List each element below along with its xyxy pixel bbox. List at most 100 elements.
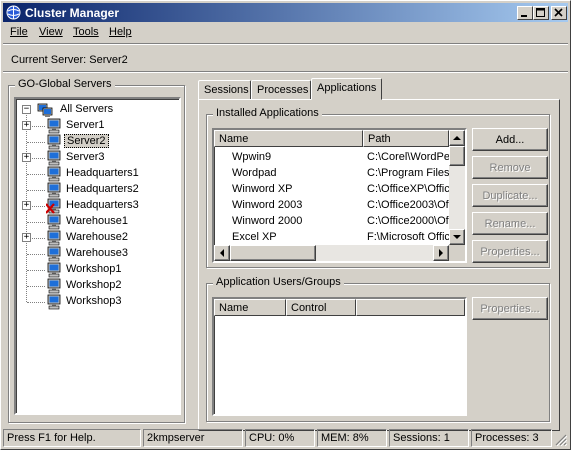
app-row-name[interactable]: Winword XP <box>232 183 360 195</box>
server-icon <box>47 278 61 294</box>
remove-application-button[interactable]: Remove <box>472 156 548 179</box>
arrow-down-icon <box>453 235 461 239</box>
rename-button-label: Rename... <box>484 217 536 230</box>
tree-node-server3[interactable]: + Server3 <box>20 150 170 166</box>
tree-branch-line <box>27 254 45 255</box>
scroll-thumb[interactable] <box>449 146 465 166</box>
apps-horizontal-scrollbar[interactable] <box>214 245 449 261</box>
tree-node-label: Headquarters2 <box>66 183 139 195</box>
menu-tools-label: Tools <box>73 26 99 38</box>
server-icon <box>47 230 61 246</box>
tree-node-warehouse3[interactable]: Warehouse3 <box>20 246 170 262</box>
close-button[interactable] <box>551 6 567 20</box>
app-row-name[interactable]: Excel XP <box>232 231 360 243</box>
close-icon <box>554 8 563 17</box>
status-sessions-text: Sessions: 1 <box>393 432 450 444</box>
tree-node-server1[interactable]: + Server1 <box>20 118 170 134</box>
duplicate-button-label: Duplicate... <box>482 189 538 202</box>
tree-node-headquarters3[interactable]: + Headquarters3 <box>20 198 170 214</box>
scroll-right-button[interactable] <box>433 245 449 261</box>
maximize-button[interactable] <box>533 6 549 20</box>
tree-node-label: Server2 <box>64 134 109 148</box>
arrow-right-icon <box>439 249 443 257</box>
tab-applications-label: Applications <box>317 82 377 94</box>
menu-file[interactable]: File <box>10 26 28 38</box>
tree-node-label: Workshop3 <box>66 295 122 307</box>
server-icon <box>47 214 61 230</box>
tree-node-label: Headquarters1 <box>66 167 139 179</box>
user-properties-button-label: Properties... <box>480 302 540 315</box>
tree-node-workshop1[interactable]: Workshop1 <box>20 262 170 278</box>
app-row-name[interactable]: Winword 2003 <box>232 199 360 211</box>
apps-vertical-scrollbar[interactable] <box>449 130 465 245</box>
app-users-list[interactable]: Name Control <box>212 297 467 416</box>
menu-help[interactable]: Help <box>109 26 132 38</box>
tree-node-warehouse1[interactable]: Warehouse1 <box>20 214 170 230</box>
installed-apps-list[interactable]: Name Path Wpwin9 C:\Corel\WordPe Wordpad C:… <box>212 128 467 263</box>
column-header-name[interactable]: Name <box>214 130 363 147</box>
server-tree[interactable]: − All Servers + Server1 Server2 + Server3 Hea… <box>14 97 181 415</box>
server-icon <box>47 262 61 278</box>
tree-node-warehouse2[interactable]: + Warehouse2 <box>20 230 170 246</box>
server-icon <box>47 134 61 150</box>
column-header-path[interactable]: Path <box>363 130 449 147</box>
scroll-up-button[interactable] <box>449 130 465 146</box>
tab-sessions[interactable]: Sessions <box>198 80 251 100</box>
tree-branch-line <box>27 302 45 303</box>
current-server-value: Server2 <box>89 54 128 66</box>
menu-view[interactable]: View <box>39 26 63 38</box>
tree-node-headquarters1[interactable]: Headquarters1 <box>20 166 170 182</box>
application-properties-button[interactable]: Properties... <box>472 240 548 263</box>
expand-icon[interactable]: + <box>22 233 31 242</box>
tree-node-server2[interactable]: Server2 <box>20 134 170 150</box>
scroll-h-thumb[interactable] <box>230 245 316 261</box>
current-server: Current Server: Server2 <box>11 54 128 66</box>
app-row-path: C:\Corel\WordPe <box>367 151 449 163</box>
scroll-left-button[interactable] <box>214 245 230 261</box>
add-application-button[interactable]: Add... <box>472 128 548 151</box>
expand-icon[interactable]: + <box>22 121 31 130</box>
tree-node-workshop2[interactable]: Workshop2 <box>20 278 170 294</box>
app-users-label: Application Users/Groups <box>213 276 344 288</box>
expand-icon[interactable]: + <box>22 153 31 162</box>
servers-group-label: GO-Global Servers <box>15 78 115 90</box>
users-column-header-control[interactable]: Control <box>286 299 356 316</box>
tree-node-label: Workshop1 <box>66 263 122 275</box>
user-properties-button[interactable]: Properties... <box>472 297 548 320</box>
resize-grip-icon[interactable] <box>554 433 567 446</box>
server-icon <box>47 246 61 262</box>
column-path-label: Path <box>368 133 391 145</box>
tree-branch-line <box>27 142 45 143</box>
status-server: 2kmpserver <box>143 429 243 447</box>
expand-icon[interactable]: + <box>22 201 31 210</box>
tab-processes[interactable]: Processes <box>251 80 311 100</box>
app-row-name[interactable]: Wordpad <box>232 167 360 179</box>
app-row-name[interactable]: Winword 2000 <box>232 215 360 227</box>
server-icon <box>47 118 61 134</box>
app-row-path: C:\OfficeXP\Offic <box>367 183 449 195</box>
column-name-label: Name <box>219 133 249 145</box>
scroll-down-button[interactable] <box>449 229 465 245</box>
installed-apps-label: Installed Applications <box>213 107 322 119</box>
tree-node-workshop3[interactable]: Workshop3 <box>20 294 170 310</box>
add-button-label: Add... <box>495 133 525 146</box>
tree-node-headquarters2[interactable]: Headquarters2 <box>20 182 170 198</box>
servers-group-icon <box>37 103 53 117</box>
users-column-name-label: Name <box>219 302 249 314</box>
tab-sessions-label: Sessions <box>204 84 249 96</box>
menu-file-label: File <box>10 26 28 38</box>
app-row-name[interactable]: Wpwin9 <box>232 151 360 163</box>
tree-branch-line <box>27 286 45 287</box>
menu-tools[interactable]: Tools <box>73 26 99 38</box>
server-offline-icon <box>46 198 61 214</box>
users-column-header-name[interactable]: Name <box>214 299 286 316</box>
minimize-icon <box>521 15 527 17</box>
title-bar[interactable]: Cluster Manager <box>3 3 568 22</box>
duplicate-application-button[interactable]: Duplicate... <box>472 184 548 207</box>
tree-node-all-servers[interactable]: − All Servers <box>20 102 170 118</box>
tree-branch-line <box>27 270 45 271</box>
minimize-button[interactable] <box>517 6 533 20</box>
tab-applications[interactable]: Applications <box>311 78 382 100</box>
rename-application-button[interactable]: Rename... <box>472 212 548 235</box>
server-icon <box>47 294 61 310</box>
